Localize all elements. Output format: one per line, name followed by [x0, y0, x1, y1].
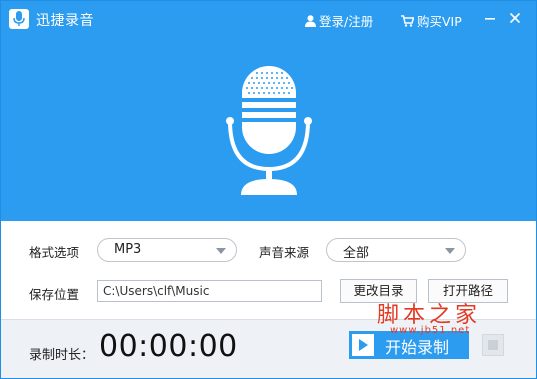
close-icon [509, 12, 521, 24]
minimize-icon [485, 18, 495, 20]
format-select[interactable]: MP3 [97, 238, 237, 262]
close-button[interactable] [507, 10, 523, 26]
hero-banner [1, 37, 536, 221]
microphone-icon [226, 66, 312, 195]
microphone-logo-icon [9, 9, 29, 29]
app-window: 迅捷录音 登录/注册 购买VIP 格式选项 MP3 声音来源 全部 保存位置 C… [0, 0, 537, 379]
buy-vip-link[interactable]: 购买VIP [401, 11, 462, 30]
buy-vip-label: 购买VIP [417, 14, 462, 29]
start-recording-label: 开始录制 [385, 338, 450, 357]
format-label: 格式选项 [29, 245, 80, 260]
source-label: 声音来源 [259, 245, 310, 260]
stop-button[interactable] [482, 334, 504, 356]
title-bar[interactable]: 迅捷录音 登录/注册 购买VIP [1, 1, 536, 37]
recording-timer: 00:00:00 [99, 329, 238, 364]
source-select[interactable]: 全部 [326, 238, 466, 262]
minimize-button[interactable] [482, 10, 498, 26]
cart-icon [401, 15, 415, 27]
login-register-label: 登录/注册 [319, 14, 374, 29]
format-value: MP3 [114, 242, 142, 257]
save-path-field[interactable]: C:\Users\clf\Music [97, 280, 322, 302]
stop-icon [488, 340, 498, 350]
chevron-down-icon [216, 248, 226, 254]
play-icon [352, 334, 374, 356]
user-icon [305, 15, 316, 27]
duration-label: 录制时长： [29, 348, 95, 363]
chevron-down-icon [445, 248, 455, 254]
source-value: 全部 [343, 246, 370, 261]
app-title: 迅捷录音 [36, 13, 94, 29]
save-location-label: 保存位置 [29, 287, 80, 302]
login-register-link[interactable]: 登录/注册 [305, 11, 373, 30]
watermark-url: www.jb51.net [390, 325, 471, 336]
